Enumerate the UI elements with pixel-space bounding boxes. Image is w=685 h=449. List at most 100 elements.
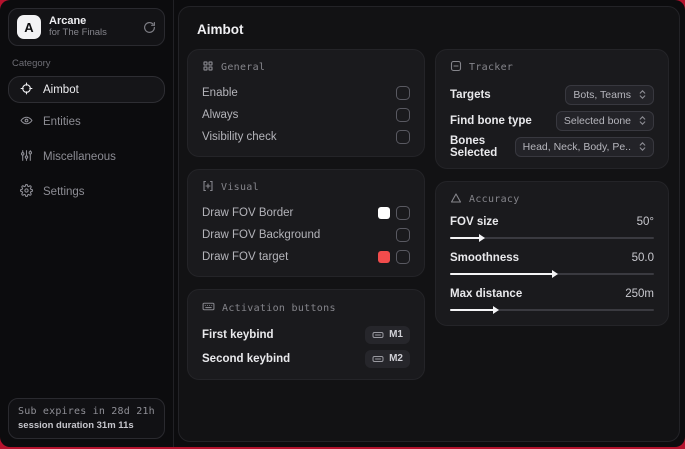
smoothness-slider[interactable] xyxy=(450,268,654,280)
enable-checkbox[interactable] xyxy=(396,85,410,100)
sidebar-item-aimbot[interactable]: Aimbot xyxy=(8,76,165,103)
setting-row: Bones Selected Head, Neck, Body, Pe.. xyxy=(450,134,654,159)
key-icon xyxy=(372,331,384,338)
category-label: Category xyxy=(12,58,51,69)
sidebar-item-label: Entities xyxy=(43,115,81,128)
slider-thumb[interactable] xyxy=(492,306,499,314)
fov-size-slider[interactable] xyxy=(450,232,654,244)
setting-row: Targets Bots, Teams xyxy=(450,82,654,107)
draw-fov-target-checkbox[interactable] xyxy=(396,249,410,264)
setting-row: Always xyxy=(202,104,410,125)
chevron-up-down-icon xyxy=(639,142,646,151)
plus-brackets-icon xyxy=(202,180,214,195)
slider-thumb[interactable] xyxy=(478,234,485,242)
setting-label: Targets xyxy=(450,88,491,101)
setting-label: Always xyxy=(202,108,239,121)
setting-label: Draw FOV Border xyxy=(202,206,294,219)
fov-target-color-swatch[interactable] xyxy=(378,250,390,263)
setting-label: Draw FOV Background xyxy=(202,228,321,241)
setting-row: Enable xyxy=(202,82,410,103)
content-panel: Aimbot General Enable Always Visibility … xyxy=(178,6,680,442)
setting-row: Visibility check xyxy=(202,126,410,147)
card-title: General xyxy=(221,62,266,73)
setting-label: Second keybind xyxy=(202,352,291,365)
setting-row: FOV size 50° xyxy=(450,214,654,244)
setting-row: Draw FOV Border xyxy=(202,202,410,223)
app-window: A Arcane for The Finals Category Aimbot xyxy=(0,0,685,447)
session-duration-text: session duration 31m 11s xyxy=(18,420,134,431)
select-value: Head, Neck, Body, Pe.. xyxy=(522,140,631,153)
setting-row: Draw FOV target xyxy=(202,246,410,267)
activation-buttons-card: Activation buttons First keybind M1 Seco… xyxy=(187,289,425,380)
slider-thumb[interactable] xyxy=(552,270,559,278)
sidebar-item-entities[interactable]: Entities xyxy=(9,108,165,135)
visual-card: Visual Draw FOV Border Draw FOV Backgrou… xyxy=(187,169,425,277)
draw-fov-border-checkbox[interactable] xyxy=(396,205,410,220)
chevron-up-down-icon xyxy=(639,116,646,125)
setting-label: Bones Selected xyxy=(450,134,498,159)
sub-expires-text: Sub expires in 28d 21h xyxy=(18,406,155,417)
card-title: Visual xyxy=(221,182,259,193)
max-distance-slider[interactable] xyxy=(450,304,654,316)
smoothness-value: 50.0 xyxy=(631,252,654,264)
refresh-icon[interactable] xyxy=(143,21,156,34)
sliders-icon xyxy=(20,149,33,165)
draw-fov-background-checkbox[interactable] xyxy=(396,227,410,242)
entities-icon xyxy=(20,114,33,130)
keybind-value: M2 xyxy=(389,353,403,364)
setting-row: First keybind M1 xyxy=(202,323,410,346)
second-keybind-button[interactable]: M2 xyxy=(365,349,410,368)
find-bone-type-select[interactable]: Selected bone xyxy=(555,110,654,131)
setting-label: Smoothness xyxy=(450,252,520,264)
max-distance-value: 250m xyxy=(625,288,654,300)
card-title: Accuracy xyxy=(469,194,520,205)
keybind-value: M1 xyxy=(389,329,403,340)
brand-card: A Arcane for The Finals xyxy=(8,8,165,46)
sidebar-nav: Aimbot Entities Miscellaneous Settings xyxy=(8,76,165,213)
key-icon xyxy=(372,355,384,362)
setting-row: Second keybind M2 xyxy=(202,347,410,370)
setting-row: Max distance 250m xyxy=(450,286,654,316)
grid-icon xyxy=(202,60,214,75)
setting-label: Enable xyxy=(202,86,238,99)
sidebar-item-settings[interactable]: Settings xyxy=(9,178,165,205)
general-card: General Enable Always Visibility check xyxy=(187,49,425,157)
targets-select[interactable]: Bots, Teams xyxy=(565,84,654,105)
app-subtitle: for The Finals xyxy=(49,26,107,38)
subscription-info-card: Sub expires in 28d 21h session duration … xyxy=(8,398,165,439)
app-name: Arcane xyxy=(49,15,87,28)
setting-row: Draw FOV Background xyxy=(202,224,410,245)
always-checkbox[interactable] xyxy=(396,107,410,122)
fov-size-value: 50° xyxy=(636,216,654,228)
triangle-icon xyxy=(450,192,462,207)
gear-icon xyxy=(20,183,33,200)
select-value: Selected bone xyxy=(563,114,631,127)
app-logo: A xyxy=(17,15,41,39)
page-title: Aimbot xyxy=(197,22,244,37)
setting-label: Visibility check xyxy=(202,130,277,143)
visibility-check-checkbox[interactable] xyxy=(396,129,410,144)
chevron-up-down-icon xyxy=(639,90,646,99)
sidebar: A Arcane for The Finals Category Aimbot xyxy=(0,0,174,447)
fov-border-color-swatch[interactable] xyxy=(378,206,390,219)
select-value: Bots, Teams xyxy=(573,88,631,101)
main-area: Aimbot General Enable Always Visibility … xyxy=(174,0,685,447)
bones-selected-select[interactable]: Head, Neck, Body, Pe.. xyxy=(514,136,654,157)
card-title: Tracker xyxy=(469,62,514,73)
setting-label: Draw FOV target xyxy=(202,250,289,263)
keyboard-icon xyxy=(202,300,215,316)
sidebar-item-miscellaneous[interactable]: Miscellaneous xyxy=(9,143,165,170)
setting-label: Max distance xyxy=(450,288,523,300)
tracker-icon xyxy=(450,60,462,75)
first-keybind-button[interactable]: M1 xyxy=(365,325,410,344)
sidebar-item-label: Miscellaneous xyxy=(43,150,116,163)
sidebar-item-label: Settings xyxy=(43,185,85,198)
setting-label: First keybind xyxy=(202,328,274,341)
setting-row: Smoothness 50.0 xyxy=(450,250,654,280)
setting-label: Find bone type xyxy=(450,114,532,127)
setting-label: FOV size xyxy=(450,216,499,228)
card-title: Activation buttons xyxy=(222,302,336,314)
accuracy-card: Accuracy FOV size 50° Smoothness 50.0 Ma… xyxy=(435,181,669,326)
setting-row: Find bone type Selected bone xyxy=(450,108,654,133)
tracker-card: Tracker Targets Bots, Teams Find bone ty… xyxy=(435,49,669,169)
